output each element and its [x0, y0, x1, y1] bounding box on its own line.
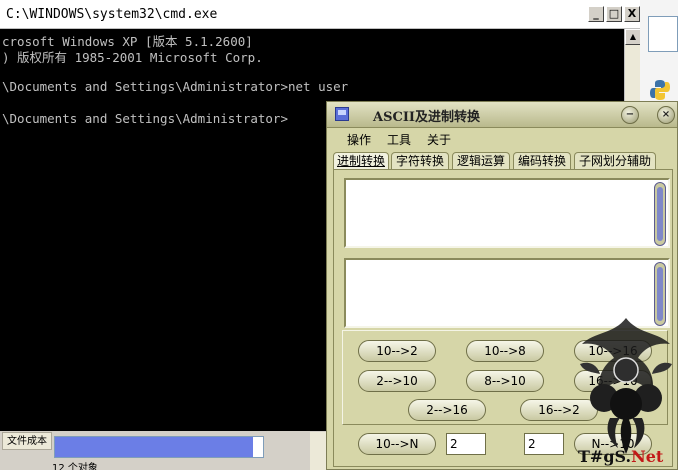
console-line: \Documents and Settings\Administrator>ne…: [2, 79, 349, 94]
explorer-scrollbar[interactable]: [310, 432, 326, 470]
watermark-text: T#gS.Net: [578, 447, 663, 466]
tab-encoding[interactable]: 编码转换: [513, 152, 571, 170]
radix-n-input-b[interactable]: 2: [524, 433, 564, 455]
cmd-close-button[interactable]: X: [624, 6, 640, 22]
input-textarea[interactable]: [344, 178, 670, 248]
cmd-title-bar[interactable]: C:\WINDOWS\system32\cmd.exe: [0, 0, 650, 29]
desktop-window-fragment: [648, 16, 678, 52]
menu-about[interactable]: 关于: [427, 131, 451, 148]
app-title: ASCII及进制转换: [373, 110, 480, 125]
app-close-button[interactable]: ×: [657, 106, 675, 124]
input-scrollbar[interactable]: [654, 182, 666, 246]
dec-to-bin-button[interactable]: 10-->2: [358, 340, 436, 362]
watermark-text-black: T#gS.: [578, 447, 632, 466]
tab-char-conversion[interactable]: 字符转换: [391, 152, 449, 170]
app-window-icon: [335, 107, 349, 121]
tab-base-conversion[interactable]: 进制转换: [333, 152, 389, 170]
explorer-status-text: 12 个对象: [52, 463, 98, 470]
cmd-maximize-button[interactable]: □: [606, 6, 622, 22]
app-menu-bar: 操作 工具 关于: [327, 128, 677, 150]
scroll-up-arrow-icon[interactable]: ▲: [625, 29, 641, 45]
explorer-tab[interactable]: 文件成本: [2, 432, 52, 450]
cmd-minimize-button[interactable]: _: [588, 6, 604, 22]
python-icon[interactable]: [648, 78, 672, 102]
tab-subnet-helper[interactable]: 子网划分辅助: [574, 152, 656, 170]
radix-n-input-a[interactable]: 2: [446, 433, 486, 455]
bin-to-dec-button[interactable]: 2-->10: [358, 370, 436, 392]
menu-tools[interactable]: 工具: [387, 131, 411, 148]
tab-strip: 进制转换 字符转换 逻辑运算 编码转换 子网划分辅助: [333, 152, 673, 170]
app-minimize-button[interactable]: −: [621, 106, 639, 124]
explorer-progress-bar: [54, 436, 264, 458]
bin-to-hex-button[interactable]: 2-->16: [408, 399, 486, 421]
menu-operate[interactable]: 操作: [347, 131, 371, 148]
console-line: \Documents and Settings\Administrator>: [2, 111, 288, 126]
tab-logic-ops[interactable]: 逻辑运算: [452, 152, 510, 170]
dec-to-oct-button[interactable]: 10-->8: [466, 340, 544, 362]
console-line: ) 版权所有 1985-2001 Microsoft Corp.: [2, 50, 263, 65]
cmd-title-text: C:\WINDOWS\system32\cmd.exe: [6, 7, 218, 22]
app-title-bar[interactable]: ASCII及进制转换 − ×: [327, 102, 677, 128]
watermark-text-red: Net: [631, 447, 664, 466]
dec-to-n-button[interactable]: 10-->N: [358, 433, 436, 455]
oct-to-dec-button[interactable]: 8-->10: [466, 370, 544, 392]
progress-fill: [55, 437, 253, 457]
